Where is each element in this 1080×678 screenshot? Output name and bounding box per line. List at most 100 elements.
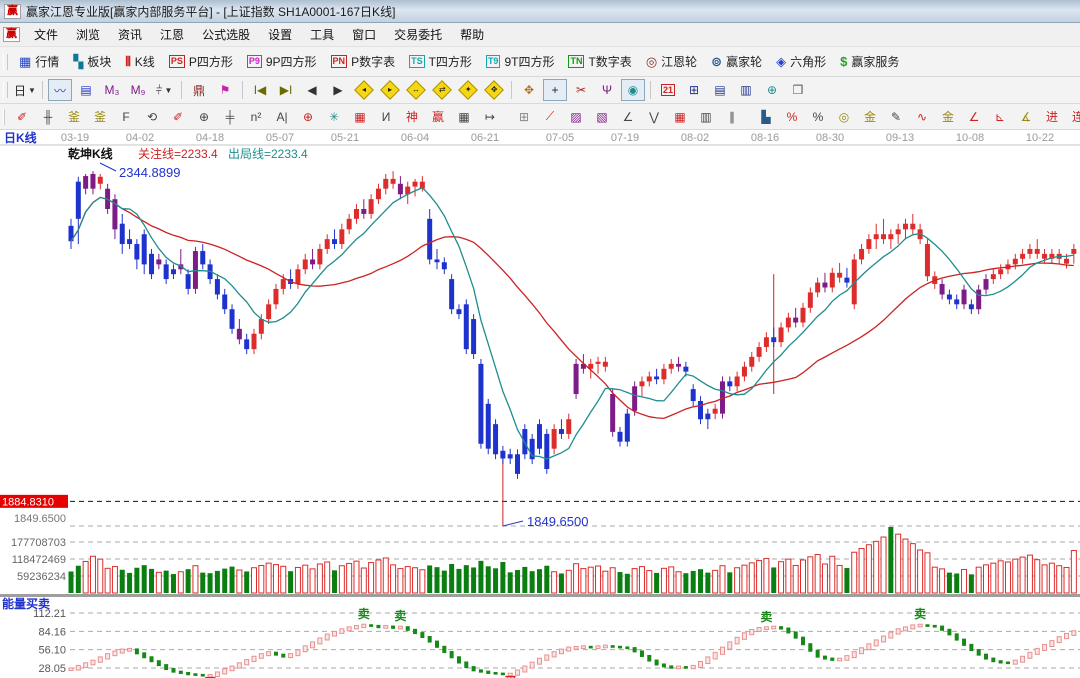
sectors-button[interactable]: ▚板块 bbox=[66, 50, 118, 74]
f-ruler-icon[interactable]: F bbox=[114, 106, 138, 128]
oscillator-bar bbox=[259, 654, 263, 659]
pen-small-icon[interactable]: ✎ bbox=[884, 106, 908, 128]
winner-wheel-button[interactable]: ⊚赢家轮 bbox=[704, 50, 769, 74]
gold-ring-icon[interactable]: ◎ bbox=[832, 106, 856, 128]
flag-chart-icon[interactable]: ⚑ bbox=[213, 79, 237, 101]
p-number-table-button[interactable]: PNP数字表 bbox=[324, 50, 403, 74]
gann-brain-icon[interactable]: ◉ bbox=[621, 79, 645, 101]
red-grid-icon[interactable]: ▦ bbox=[348, 106, 372, 128]
gann-gold2-icon[interactable]: 釜 bbox=[88, 106, 112, 128]
menu-item-窗口[interactable]: 窗口 bbox=[343, 24, 385, 45]
slashes-icon[interactable]: ∥ bbox=[720, 106, 744, 128]
pattern-icon[interactable]: 〰 bbox=[48, 79, 72, 101]
cycle-circle-icon[interactable]: ⊕ bbox=[192, 106, 216, 128]
erase-line-icon[interactable]: ✂ bbox=[569, 79, 593, 101]
pan-hand-icon[interactable]: ✥ bbox=[517, 79, 541, 101]
star-diamond-icon[interactable]: ✦ bbox=[456, 79, 480, 101]
percent-icon[interactable]: % bbox=[806, 106, 830, 128]
period-day-selector[interactable]: 日▼ bbox=[13, 79, 37, 101]
calendar-icon[interactable]: 21 bbox=[656, 79, 680, 101]
expand-h-diamond-icon[interactable]: ↔ bbox=[404, 79, 428, 101]
t-number-table-button[interactable]: TNT数字表 bbox=[561, 50, 638, 74]
fork-icon[interactable]: И bbox=[374, 106, 398, 128]
info-panel-icon[interactable]: ▤ bbox=[74, 79, 98, 101]
ruler2-icon[interactable]: ╪ bbox=[218, 106, 242, 128]
grid-123-icon[interactable]: ▦ bbox=[452, 106, 476, 128]
oscillator-bar bbox=[311, 642, 315, 648]
hexagon-button[interactable]: ◈六角形 bbox=[769, 50, 833, 74]
frame-icon[interactable]: ⊞ bbox=[512, 106, 536, 128]
gann-gold-icon[interactable]: 釜 bbox=[62, 106, 86, 128]
menu-item-设置[interactable]: 设置 bbox=[259, 24, 301, 45]
menu-item-资讯[interactable]: 资讯 bbox=[109, 24, 151, 45]
candle-body bbox=[552, 429, 557, 449]
gann-wheel-button[interactable]: ◎江恩轮 bbox=[639, 50, 704, 74]
chart-canvas[interactable]: 03-1904-0204-1805-0705-2106-0406-2107-05… bbox=[0, 130, 1080, 678]
menu-item-帮助[interactable]: 帮助 bbox=[451, 24, 493, 45]
f-angle-icon: ⊾ bbox=[995, 110, 1005, 124]
p-square-button[interactable]: PSP四方形 bbox=[162, 50, 240, 74]
quotes-button[interactable]: ▦行情 bbox=[12, 50, 66, 74]
jin-icon[interactable]: 进 bbox=[1040, 106, 1064, 128]
mirror-icon[interactable]: A| bbox=[270, 106, 294, 128]
brush-red-icon[interactable]: ✐ bbox=[166, 106, 190, 128]
spiral-icon[interactable]: ⟲ bbox=[140, 106, 164, 128]
grid-dark-icon[interactable]: ▥ bbox=[694, 106, 718, 128]
h-span-icon[interactable]: ↦ bbox=[478, 106, 502, 128]
draw-pen-icon[interactable]: ✐ bbox=[10, 106, 34, 128]
menu-item-浏览[interactable]: 浏览 bbox=[67, 24, 109, 45]
grid-red2-icon[interactable]: ▦ bbox=[668, 106, 692, 128]
menu-item-江恩[interactable]: 江恩 bbox=[151, 24, 193, 45]
rays-icon[interactable]: ⟋ bbox=[538, 106, 562, 128]
levels-icon[interactable]: ▙ bbox=[754, 106, 778, 128]
t9-square-button[interactable]: T99T四方形 bbox=[479, 50, 562, 74]
menu-item-公式选股[interactable]: 公式选股 bbox=[193, 24, 259, 45]
n2-icon[interactable]: n² bbox=[244, 106, 268, 128]
candle-style-selector[interactable]: ⫩▼ bbox=[152, 79, 176, 101]
menu-item-交易委托[interactable]: 交易委托 bbox=[385, 24, 451, 45]
box-purple-icon[interactable]: ▨ bbox=[564, 106, 588, 128]
angle2-icon[interactable]: ∠ bbox=[962, 106, 986, 128]
gold-angle-icon[interactable]: ∡ bbox=[1014, 106, 1038, 128]
psi-tool-icon[interactable]: Ψ bbox=[595, 79, 619, 101]
zoom-left-diamond-icon[interactable]: ◂ bbox=[352, 79, 376, 101]
grid-ticks-icon[interactable]: ╫ bbox=[36, 106, 60, 128]
star-grid-icon[interactable]: ✳ bbox=[322, 106, 346, 128]
chart9-icon[interactable]: M₉ bbox=[126, 79, 150, 101]
gold-text-icon[interactable]: 金 bbox=[858, 106, 882, 128]
check-lines-icon[interactable]: ⋁ bbox=[642, 106, 666, 128]
angle-lines-icon[interactable]: ∠ bbox=[616, 106, 640, 128]
pct-strike-icon[interactable]: % bbox=[780, 106, 804, 128]
menu-item-工具[interactable]: 工具 bbox=[301, 24, 343, 45]
go-first-icon[interactable]: I◀ bbox=[248, 79, 272, 101]
calculator-icon[interactable]: ⊞ bbox=[682, 79, 706, 101]
chart3-icon[interactable]: M₃ bbox=[100, 79, 124, 101]
menu-item-文件[interactable]: 文件 bbox=[25, 24, 67, 45]
expand-all-diamond-icon[interactable]: ✥ bbox=[482, 79, 506, 101]
zoom-right-diamond-icon[interactable]: ▸ bbox=[378, 79, 402, 101]
target-icon[interactable]: ⊕ bbox=[296, 106, 320, 128]
prev-bar-icon[interactable]: ◀ bbox=[300, 79, 324, 101]
p9-square-button[interactable]: P99P四方形 bbox=[240, 50, 324, 74]
gold2-text-icon[interactable]: 金 bbox=[936, 106, 960, 128]
kline-button[interactable]: ⫴K线 bbox=[118, 50, 161, 74]
crosshair-icon[interactable]: + bbox=[543, 79, 567, 101]
ying-grid-icon[interactable]: 赢 bbox=[426, 106, 450, 128]
t-square-button[interactable]: TST四方形 bbox=[402, 50, 479, 74]
send-web-icon[interactable]: ⊕ bbox=[760, 79, 784, 101]
notes-icon[interactable]: ▤ bbox=[708, 79, 732, 101]
save-icon[interactable]: ▥ bbox=[734, 79, 758, 101]
oscillator-bar bbox=[801, 637, 805, 646]
remote-service-icon[interactable]: ❒ bbox=[786, 79, 810, 101]
shen-icon[interactable]: 神 bbox=[400, 106, 424, 128]
wave-icon[interactable]: ∿ bbox=[910, 106, 934, 128]
ding-icon[interactable]: 鼎 bbox=[187, 79, 211, 101]
box-shade-icon[interactable]: ▧ bbox=[590, 106, 614, 128]
compress-diamond-icon[interactable]: ⇄ bbox=[430, 79, 454, 101]
go-last-icon[interactable]: ▶I bbox=[274, 79, 298, 101]
winner-service-button[interactable]: $赢家服务 bbox=[833, 50, 906, 74]
titlebar[interactable]: 赢 赢家江恩专业版[赢家内部服务平台] - [上证指数 SH1A0001-167… bbox=[0, 0, 1080, 23]
next-bar-icon[interactable]: ▶ bbox=[326, 79, 350, 101]
lian-icon[interactable]: 连 bbox=[1066, 106, 1080, 128]
f-angle-icon[interactable]: ⊾ bbox=[988, 106, 1012, 128]
